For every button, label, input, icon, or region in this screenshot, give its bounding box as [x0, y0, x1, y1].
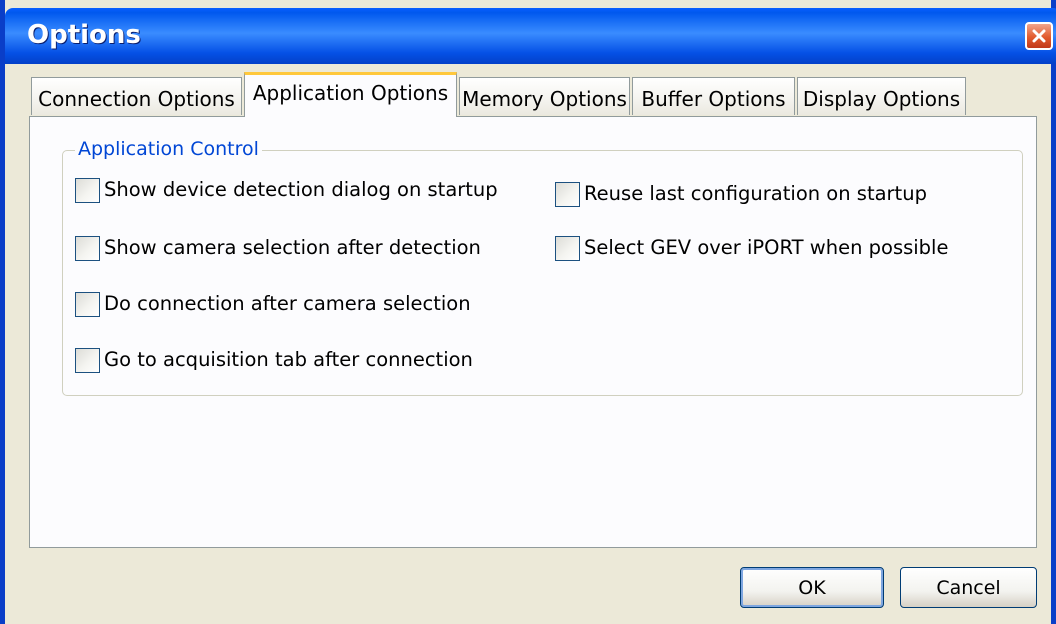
group-title: Application Control — [75, 138, 262, 160]
checkbox[interactable] — [75, 348, 100, 373]
checkbox[interactable] — [555, 182, 580, 207]
tab-display-options[interactable]: Display Options — [797, 77, 966, 115]
close-button[interactable] — [1025, 22, 1053, 50]
checkbox-label: Select GEV over iPORT when possible — [584, 236, 949, 259]
checkbox[interactable] — [75, 236, 100, 261]
application-control-group: Application Control Show device detectio… — [62, 138, 1023, 396]
checkbox[interactable] — [75, 178, 100, 203]
option-do-connection[interactable]: Do connection after camera selection — [75, 289, 515, 319]
ok-button[interactable]: OK — [740, 567, 884, 608]
checkbox-label: Show device detection dialog on startup — [104, 178, 498, 201]
tab-buffer-options[interactable]: Buffer Options — [632, 77, 795, 115]
title-bar[interactable]: Options — [5, 8, 1056, 64]
cancel-button[interactable]: Cancel — [900, 567, 1037, 608]
checkbox-label: Show camera selection after detection — [104, 236, 481, 259]
checkbox[interactable] — [555, 236, 580, 261]
option-show-device-detection[interactable]: Show device detection dialog on startup — [75, 175, 515, 205]
options-dialog: Options Connection Options Application O… — [0, 0, 1056, 624]
tab-strip: Connection Options Application Options M… — [5, 72, 1056, 117]
option-go-to-acquisition[interactable]: Go to acquisition tab after connection — [75, 345, 515, 375]
checkbox[interactable] — [75, 292, 100, 317]
tab-connection-options[interactable]: Connection Options — [31, 77, 242, 115]
tab-application-options[interactable]: Application Options — [244, 72, 457, 117]
checkbox-label: Reuse last configuration on startup — [584, 182, 927, 205]
option-select-gev-over-iport[interactable]: Select GEV over iPORT when possible — [555, 233, 975, 263]
checkbox-label: Go to acquisition tab after connection — [104, 348, 473, 371]
tab-memory-options[interactable]: Memory Options — [459, 77, 630, 115]
option-show-camera-selection[interactable]: Show camera selection after detection — [75, 233, 515, 263]
tab-panel-application-options: Application Control Show device detectio… — [29, 116, 1037, 548]
window-title: Options — [27, 20, 141, 50]
option-reuse-last-configuration[interactable]: Reuse last configuration on startup — [555, 179, 975, 209]
checkbox-label: Do connection after camera selection — [104, 292, 471, 315]
